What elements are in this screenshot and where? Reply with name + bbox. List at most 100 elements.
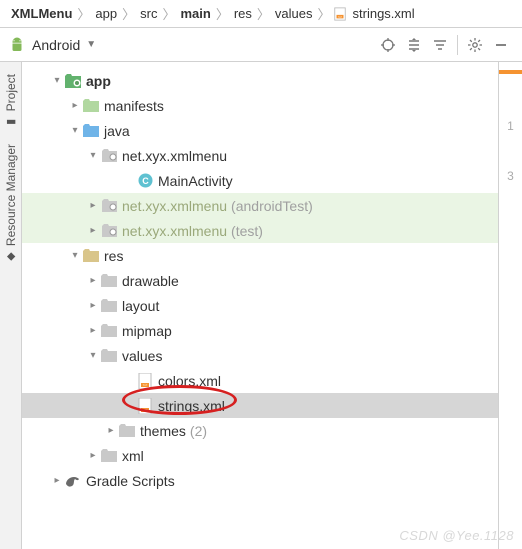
folder-icon bbox=[82, 249, 100, 262]
tree-label: layout bbox=[122, 298, 159, 314]
tree-label-suffix: (2) bbox=[190, 423, 207, 439]
tree-label: res bbox=[104, 248, 123, 264]
tool-window-tabs: ▮ Project ◆ Resource Manager bbox=[0, 62, 22, 549]
tree-label: net.xyx.xmlmenu bbox=[122, 148, 227, 164]
target-icon[interactable] bbox=[376, 33, 400, 57]
expand-arrow-icon[interactable]: ▾ bbox=[86, 350, 100, 361]
tree-node-gradle-scripts[interactable]: ▸ Gradle Scripts bbox=[22, 468, 498, 493]
tree-label: Gradle Scripts bbox=[86, 473, 175, 489]
xml-file-icon: <> bbox=[333, 7, 350, 21]
gradle-icon bbox=[64, 474, 82, 488]
tree-label: MainActivity bbox=[158, 173, 233, 189]
expand-arrow-icon[interactable]: ▾ bbox=[86, 150, 100, 161]
tree-node-xml[interactable]: ▸ xml bbox=[22, 443, 498, 468]
tree-node-package-main[interactable]: ▾ net.xyx.xmlmenu bbox=[22, 143, 498, 168]
expand-arrow-icon[interactable]: ▸ bbox=[50, 475, 64, 486]
expand-arrow-icon[interactable]: ▸ bbox=[86, 300, 100, 311]
gear-icon[interactable] bbox=[463, 33, 487, 57]
crumb-src[interactable]: src bbox=[137, 6, 160, 21]
separator bbox=[457, 35, 458, 55]
svg-text:<>: <> bbox=[143, 407, 148, 412]
folder-icon bbox=[100, 299, 118, 312]
tree-label: values bbox=[122, 348, 162, 364]
xml-file-icon: <> bbox=[136, 373, 154, 389]
folder-icon bbox=[118, 424, 136, 437]
line-number: 3 bbox=[499, 160, 522, 192]
dropdown-chevron-icon[interactable]: ▼ bbox=[86, 39, 96, 50]
tree-label: manifests bbox=[104, 98, 164, 114]
expand-arrow-icon[interactable]: ▾ bbox=[68, 125, 82, 136]
tree-node-strings-xml[interactable]: <> strings.xml bbox=[22, 393, 498, 418]
tree-label: java bbox=[104, 123, 130, 139]
crumb-res[interactable]: res bbox=[231, 6, 255, 21]
tree-node-values[interactable]: ▾ values bbox=[22, 343, 498, 368]
expand-arrow-icon[interactable]: ▸ bbox=[104, 425, 118, 436]
svg-text:C: C bbox=[142, 176, 149, 186]
expand-arrow-icon[interactable]: ▸ bbox=[68, 100, 82, 111]
chevron-right-icon: 〉 bbox=[162, 4, 175, 23]
tree-label: drawable bbox=[122, 273, 179, 289]
chevron-right-icon: 〉 bbox=[216, 4, 229, 23]
tree-node-res[interactable]: ▾ res bbox=[22, 243, 498, 268]
sidetab-project[interactable]: ▮ Project bbox=[2, 66, 20, 136]
tree-label: net.xyx.xmlmenu bbox=[122, 223, 227, 239]
tree-node-app[interactable]: ▾ app bbox=[22, 68, 498, 93]
minimize-icon[interactable] bbox=[489, 33, 513, 57]
tree-node-java[interactable]: ▾ java bbox=[22, 118, 498, 143]
tree-node-manifests[interactable]: ▸ manifests bbox=[22, 93, 498, 118]
tree-node-layout[interactable]: ▸ layout bbox=[22, 293, 498, 318]
svg-text:<>: <> bbox=[143, 382, 148, 387]
tree-node-mipmap[interactable]: ▸ mipmap bbox=[22, 318, 498, 343]
editor-marker bbox=[499, 70, 522, 74]
crumb-strings-xml[interactable]: strings.xml bbox=[350, 6, 418, 21]
crumb-values[interactable]: values bbox=[272, 6, 316, 21]
crumb-app[interactable]: app bbox=[92, 6, 120, 21]
breadcrumb: XMLMenu 〉 app 〉 src 〉 main 〉 res 〉 value… bbox=[0, 0, 522, 28]
sort-icon[interactable] bbox=[402, 33, 426, 57]
sidetab-resource-manager-label: Resource Manager bbox=[4, 144, 18, 246]
tree-node-package-test[interactable]: ▸ net.xyx.xmlmenu (test) bbox=[22, 218, 498, 243]
expand-arrow-icon[interactable]: ▸ bbox=[86, 200, 100, 211]
tree-label: themes bbox=[140, 423, 186, 439]
svg-text:<>: <> bbox=[337, 14, 341, 18]
crumb-main[interactable]: main bbox=[177, 6, 213, 21]
sidetab-resource-manager[interactable]: ◆ Resource Manager bbox=[2, 136, 20, 271]
expand-arrow-icon[interactable]: ▸ bbox=[86, 325, 100, 336]
expand-arrow-icon[interactable]: ▾ bbox=[50, 75, 64, 86]
folder-icon: ▮ bbox=[4, 115, 17, 128]
chevron-right-icon: 〉 bbox=[122, 4, 135, 23]
expand-arrow-icon[interactable]: ▾ bbox=[68, 250, 82, 261]
folder-icon bbox=[82, 99, 100, 112]
project-toolbar: Android ▼ bbox=[0, 28, 522, 62]
module-icon bbox=[64, 74, 82, 88]
tree-label: app bbox=[86, 73, 111, 89]
chevron-right-icon: 〉 bbox=[77, 4, 90, 23]
tree-label: mipmap bbox=[122, 323, 172, 339]
android-icon bbox=[8, 36, 26, 54]
expand-arrow-icon[interactable]: ▸ bbox=[86, 275, 100, 286]
sidetab-project-label: Project bbox=[4, 74, 18, 111]
tree-label: colors.xml bbox=[158, 373, 221, 389]
tree-label: xml bbox=[122, 448, 144, 464]
editor-gutter: 1 3 bbox=[498, 62, 522, 549]
expand-arrow-icon[interactable]: ▸ bbox=[86, 450, 100, 461]
resource-icon: ◆ bbox=[4, 250, 17, 263]
view-selector-label[interactable]: Android bbox=[32, 37, 80, 53]
tree-node-drawable[interactable]: ▸ drawable bbox=[22, 268, 498, 293]
folder-icon bbox=[100, 324, 118, 337]
tree-label: net.xyx.xmlmenu bbox=[122, 198, 227, 214]
tree-node-package-androidtest[interactable]: ▸ net.xyx.xmlmenu (androidTest) bbox=[22, 193, 498, 218]
tree-node-mainactivity[interactable]: C MainActivity bbox=[22, 168, 498, 193]
chevron-right-icon: 〉 bbox=[257, 4, 270, 23]
folder-icon bbox=[100, 349, 118, 362]
tree-node-colors-xml[interactable]: <> colors.xml bbox=[22, 368, 498, 393]
package-icon bbox=[100, 199, 118, 212]
filter-icon[interactable] bbox=[428, 33, 452, 57]
crumb-xmlmenu[interactable]: XMLMenu bbox=[8, 6, 75, 21]
folder-icon bbox=[82, 124, 100, 137]
tree-node-themes[interactable]: ▸ themes (2) bbox=[22, 418, 498, 443]
package-icon bbox=[100, 224, 118, 237]
folder-icon bbox=[100, 449, 118, 462]
expand-arrow-icon[interactable]: ▸ bbox=[86, 225, 100, 236]
class-icon: C bbox=[136, 173, 154, 188]
